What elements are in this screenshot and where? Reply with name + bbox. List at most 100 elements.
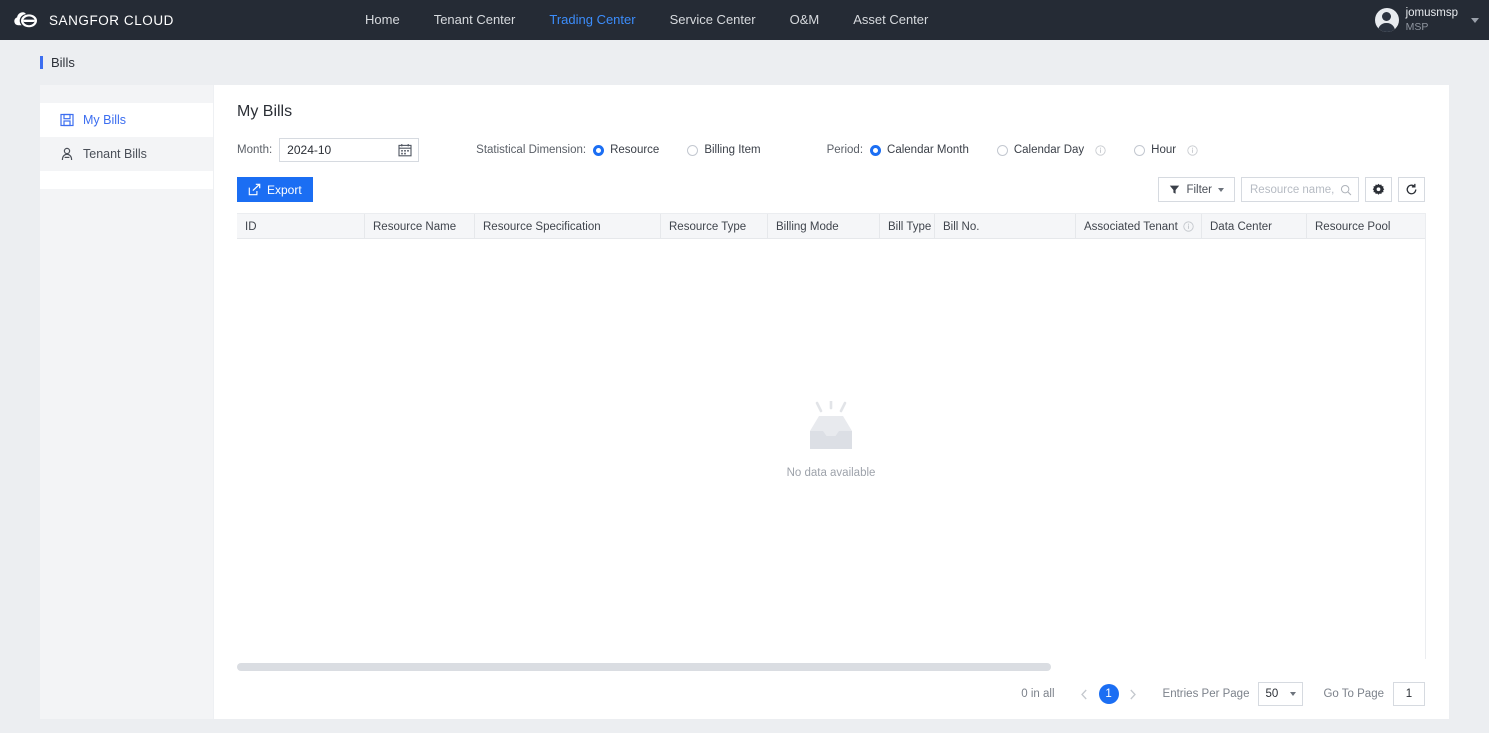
filter-dropdown-button[interactable]: Filter <box>1158 177 1235 202</box>
bills-table: ID Resource Name Resource Specification … <box>237 213 1425 659</box>
sidebar-item-label: My Bills <box>83 113 127 127</box>
radio-resource[interactable]: Resource <box>593 144 659 156</box>
search-input[interactable] <box>1248 182 1340 197</box>
statistical-dimension-label: Statistical Dimension: <box>476 144 587 156</box>
chevron-down-icon <box>1290 692 1297 696</box>
pagination-prev-button[interactable] <box>1075 683 1095 705</box>
pagination-next-button[interactable] <box>1123 683 1143 705</box>
radio-label: Calendar Day <box>1013 144 1085 156</box>
breadcrumb: Bills <box>40 55 75 70</box>
nav-item-home[interactable]: Home <box>348 0 417 40</box>
export-button-label: Export <box>267 182 302 197</box>
toolbar-right-group: Filter <box>1158 177 1425 202</box>
empty-state: No data available <box>237 401 1425 479</box>
sidebar-item-tenant-bills[interactable]: Tenant Bills <box>40 137 213 171</box>
radio-dot <box>1134 144 1146 156</box>
column-header-data-center[interactable]: Data Center <box>1202 214 1307 239</box>
page-title: My Bills <box>237 103 293 120</box>
radio-dot <box>996 144 1008 156</box>
user-avatar-icon <box>1374 8 1399 32</box>
top-navigation-bar: SANGFOR CLOUD Home Tenant Center Trading… <box>0 0 1489 40</box>
chevron-down-icon <box>1471 17 1479 23</box>
table-toolbar: Export Filter <box>237 177 1425 203</box>
brand-name: SANGFOR CLOUD <box>49 12 174 28</box>
info-icon[interactable] <box>1187 144 1198 156</box>
radio-label: Calendar Month <box>887 144 969 156</box>
nav-item-tenant-center[interactable]: Tenant Center <box>417 0 533 40</box>
month-picker[interactable]: 2024-10 <box>279 138 420 162</box>
table-settings-button[interactable] <box>1365 177 1392 202</box>
info-icon[interactable] <box>1095 144 1106 156</box>
main-content: My Bills Month: 2024-10 Statistical Dime… <box>214 85 1449 719</box>
statistical-dimension-radio-group: Resource Billing Item <box>593 144 788 156</box>
column-header-resource-name[interactable]: Resource Name <box>365 214 475 239</box>
filter-row: Month: 2024-10 Statistical Dimension: Re… <box>237 137 1449 163</box>
radio-dot <box>687 144 699 156</box>
period-radio-group: Calendar Month Calendar Day Hour <box>870 144 1226 156</box>
month-label: Month: <box>237 144 273 156</box>
breadcrumb-bar: Bills <box>0 40 1489 85</box>
bill-save-icon <box>60 113 74 127</box>
radio-billing-item[interactable]: Billing Item <box>687 144 761 156</box>
chevron-left-icon <box>1081 689 1087 699</box>
go-to-page-input[interactable] <box>1393 682 1425 706</box>
radio-label: Billing Item <box>704 144 761 156</box>
column-header-id[interactable]: ID <box>237 214 365 239</box>
table-horizontal-scrollbar[interactable] <box>237 663 1425 671</box>
table-right-border <box>1425 213 1426 659</box>
chevron-down-icon <box>1218 187 1224 192</box>
nav-item-trading-center[interactable]: Trading Center <box>532 0 652 40</box>
column-header-label: Associated Tenant <box>1084 220 1178 233</box>
nav-item-service-center[interactable]: Service Center <box>653 0 773 40</box>
column-header-associated-tenant[interactable]: Associated Tenant <box>1076 214 1202 239</box>
info-icon[interactable] <box>1183 221 1194 232</box>
radio-calendar-day[interactable]: Calendar Day <box>996 144 1106 156</box>
radio-label: Hour <box>1151 144 1177 156</box>
go-to-page-label: Go To Page <box>1323 688 1384 700</box>
chevron-right-icon <box>1130 689 1136 699</box>
page-body: My Bills Tenant Bills My Bills Month: 20… <box>40 85 1449 719</box>
sidebar-top-strip <box>40 85 213 103</box>
nav-item-asset-center[interactable]: Asset Center <box>836 0 945 40</box>
radio-label: Resource <box>610 144 660 156</box>
user-name: jomusmsp <box>1405 7 1458 20</box>
breadcrumb-label: Bills <box>51 55 75 70</box>
user-menu[interactable]: jomusmsp MSP <box>1374 0 1479 40</box>
filter-button-label: Filter <box>1186 183 1212 196</box>
sidebar-item-my-bills[interactable]: My Bills <box>40 103 213 137</box>
refresh-icon <box>1406 183 1417 195</box>
month-value: 2024-10 <box>287 143 332 157</box>
column-header-bill-type[interactable]: Bill Type <box>880 214 935 239</box>
column-header-resource-type[interactable]: Resource Type <box>661 214 768 239</box>
entries-per-page-label: Entries Per Page <box>1162 688 1250 700</box>
funnel-icon <box>1170 185 1180 194</box>
search-icon[interactable] <box>1340 184 1352 196</box>
export-icon <box>248 183 261 196</box>
entries-per-page-select[interactable]: 50 <box>1258 682 1304 706</box>
calendar-icon <box>398 144 412 157</box>
empty-inbox-icon <box>810 401 852 449</box>
sidebar-background-fill <box>40 189 213 719</box>
entries-per-page-value: 50 <box>1265 688 1279 700</box>
pagination-total: 0 in all <box>1021 688 1055 700</box>
main-nav: Home Tenant Center Trading Center Servic… <box>348 0 945 40</box>
brand-logo-area[interactable]: SANGFOR CLOUD <box>14 9 174 31</box>
search-box[interactable] <box>1241 177 1359 202</box>
export-button[interactable]: Export <box>237 177 313 202</box>
table-header-row: ID Resource Name Resource Specification … <box>237 214 1425 239</box>
column-header-resource-specification[interactable]: Resource Specification <box>475 214 661 239</box>
period-label: Period: <box>826 144 864 156</box>
refresh-button[interactable] <box>1398 177 1425 202</box>
column-header-billing-mode[interactable]: Billing Mode <box>768 214 880 239</box>
scrollbar-thumb[interactable] <box>237 663 1051 671</box>
gear-icon <box>1372 183 1385 195</box>
pagination-page-1[interactable]: 1 <box>1098 684 1119 704</box>
radio-hour[interactable]: Hour <box>1134 144 1198 156</box>
column-header-bill-no[interactable]: Bill No. <box>935 214 1076 239</box>
column-header-resource-pool[interactable]: Resource Pool <box>1307 214 1425 239</box>
radio-calendar-month[interactable]: Calendar Month <box>870 144 969 156</box>
radio-dot <box>870 144 882 156</box>
nav-item-om[interactable]: O&M <box>773 0 837 40</box>
table-body: No data available <box>237 239 1425 659</box>
sidebar: My Bills Tenant Bills <box>40 85 214 719</box>
